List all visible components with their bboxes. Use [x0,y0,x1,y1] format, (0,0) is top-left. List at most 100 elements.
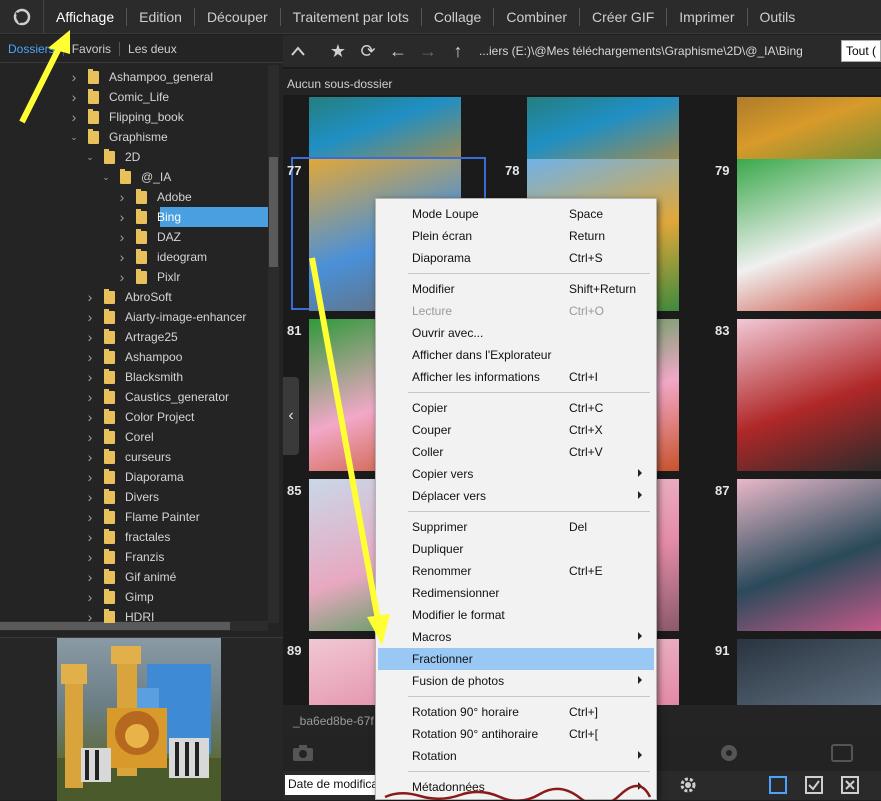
context-menu-item[interactable]: Afficher les informations Ctrl+I [378,366,654,388]
tree-item[interactable]: › Bing [0,207,268,227]
app-logo-icon[interactable] [0,0,44,34]
parent-folder-icon[interactable]: ↑ [443,35,473,67]
menu-2[interactable]: Découper [195,7,281,26]
tree-item[interactable]: ⌄ Graphisme [0,127,268,147]
tree-item[interactable]: › DAZ [0,227,268,247]
tree-item[interactable]: › fractales [0,527,268,547]
tree-item[interactable]: › Adobe [0,187,268,207]
back-arrow-icon[interactable]: ← [383,35,413,67]
tree-item[interactable]: › Flipping_book [0,107,268,127]
collapse-left-pane-button[interactable]: ‹ [283,377,299,455]
thumbnail[interactable]: 91 [711,639,881,705]
context-menu-item[interactable]: Afficher dans l'Explorateur [378,344,654,366]
tree-item[interactable]: › Aiarty-image-enhancer [0,307,268,327]
context-menu-item[interactable]: Supprimer Del [378,516,654,538]
tree-item[interactable]: › AbroSoft [0,287,268,307]
thumbnail-image[interactable] [737,639,881,705]
tree-item[interactable]: › Pixlr [0,267,268,287]
tree-item[interactable]: › Franzis [0,547,268,567]
scroll-thumb[interactable] [0,622,230,630]
select-none-icon[interactable] [768,775,788,795]
chevron-right-icon[interactable]: › [84,509,96,525]
chevron-right-icon[interactable]: › [116,209,128,225]
chevron-right-icon[interactable]: › [116,269,128,285]
chevron-right-icon[interactable]: › [68,109,80,125]
chevron-right-icon[interactable]: › [84,329,96,345]
thumbnail[interactable]: 79 [711,159,881,319]
tree-item[interactable]: › Ashampoo_general [0,67,268,87]
chevron-right-icon[interactable]: › [84,609,96,623]
iso-icon[interactable] [831,743,853,763]
menu-3[interactable]: Traitement par lots [281,7,422,26]
tree-item[interactable]: ⌄ 2D [0,147,268,167]
menu-5[interactable]: Combiner [494,7,581,26]
context-menu-item[interactable]: Fractionner [378,648,654,670]
context-menu-item[interactable]: Renommer Ctrl+E [378,560,654,582]
sort-dropdown[interactable]: Date de modifica [285,775,375,795]
context-menu-item[interactable]: Ouvrir avec... [378,322,654,344]
chevron-right-icon[interactable]: › [116,189,128,205]
tree-item[interactable]: › Caustics_generator [0,387,268,407]
menu-1[interactable]: Edition [127,7,195,26]
context-menu-item[interactable]: Modifier le format [378,604,654,626]
tree-item[interactable]: › Comic_Life [0,87,268,107]
context-menu-item[interactable]: Redimensionner [378,582,654,604]
path-breadcrumb[interactable]: ...iers (E:)\@Mes téléchargements\Graphi… [479,44,809,58]
chevron-right-icon[interactable]: › [84,349,96,365]
context-menu-item[interactable]: Fusion de photos [378,670,654,692]
tree-item[interactable]: › Gif animé [0,567,268,587]
context-menu-item[interactable]: Métadonnées [378,776,654,798]
chevron-right-icon[interactable]: › [84,589,96,605]
chevron-right-icon[interactable]: › [84,429,96,445]
thumbnail-image[interactable] [737,319,881,471]
context-menu-item[interactable]: Modifier Shift+Return [378,278,654,300]
context-menu-item[interactable]: Mode Loupe Space [378,203,654,225]
context-menu-item[interactable]: Rotation 90° antihoraire Ctrl+[ [378,723,654,745]
context-menu-item[interactable]: Couper Ctrl+X [378,419,654,441]
menu-6[interactable]: Créer GIF [580,7,668,26]
chevron-right-icon[interactable]: › [84,549,96,565]
chevron-right-icon[interactable]: › [116,249,128,265]
tab-2[interactable]: Les deux [126,42,185,56]
menu-4[interactable]: Collage [422,7,495,26]
context-menu-item[interactable]: Rotation 90° horaire Ctrl+] [378,701,654,723]
thumbnail-image[interactable] [737,479,881,631]
camera-icon[interactable] [291,743,315,763]
chevron-right-icon[interactable]: › [84,449,96,465]
chevron-down-icon[interactable]: ⌄ [100,171,112,183]
scroll-thumb[interactable] [269,157,278,267]
chevron-right-icon[interactable]: › [84,369,96,385]
context-menu-item[interactable]: Déplacer vers [378,485,654,507]
collapse-up-icon[interactable] [283,35,313,67]
thumbnail[interactable]: 87 [711,479,881,639]
tree-item[interactable]: › Gimp [0,587,268,607]
chevron-right-icon[interactable]: › [84,569,96,585]
chevron-right-icon[interactable]: › [84,409,96,425]
tab-1[interactable]: Favoris [70,41,121,56]
filter-dropdown[interactable]: Tout ( [841,40,881,62]
chevron-down-icon[interactable]: ⌄ [84,151,96,163]
context-menu-item[interactable]: Copier vers [378,463,654,485]
context-menu-item[interactable]: Dupliquer [378,538,654,560]
tree-item[interactable]: › Divers [0,487,268,507]
aperture-icon[interactable] [719,743,739,763]
chevron-right-icon[interactable]: › [84,289,96,305]
tree-item[interactable]: › Diaporama [0,467,268,487]
tree-vertical-scrollbar[interactable] [268,65,279,623]
menu-7[interactable]: Imprimer [667,7,748,26]
tree-item[interactable]: › ideogram [0,247,268,267]
tab-0[interactable]: Dossiers [6,41,64,56]
chevron-right-icon[interactable]: › [84,309,96,325]
tree-item[interactable]: › Ashampoo [0,347,268,367]
tree-item[interactable]: › Color Project [0,407,268,427]
context-menu-item[interactable]: Plein écran Return [378,225,654,247]
tree-item[interactable]: › Artrage25 [0,327,268,347]
chevron-down-icon[interactable]: ⌄ [68,131,80,143]
deselect-icon[interactable] [840,775,860,795]
context-menu-item[interactable]: Diaporama Ctrl+S [378,247,654,269]
context-menu-item[interactable]: Coller Ctrl+V [378,441,654,463]
context-menu-item[interactable]: Macros [378,626,654,648]
chevron-right-icon[interactable]: › [84,489,96,505]
chevron-right-icon[interactable]: › [116,229,128,245]
tree-item[interactable]: › Corel [0,427,268,447]
